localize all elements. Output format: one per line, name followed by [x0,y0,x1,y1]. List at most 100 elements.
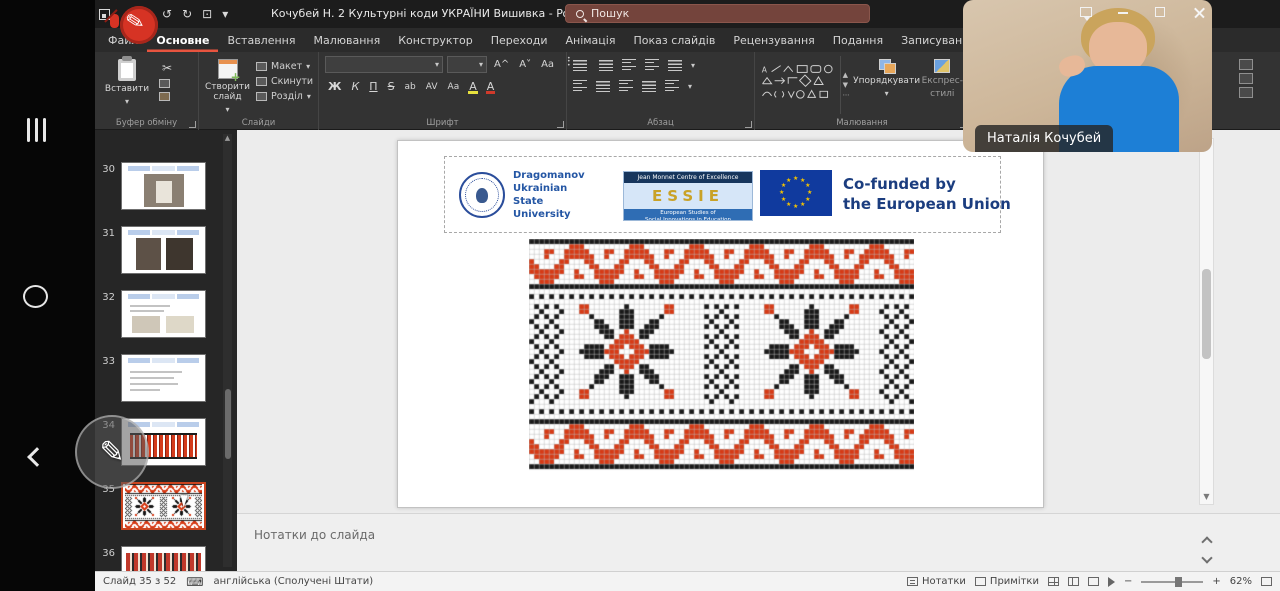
minimize-icon[interactable] [1118,12,1128,14]
tab-view[interactable]: Подання [824,28,892,52]
reset-button[interactable]: Скинути [256,76,313,87]
grow-font-button[interactable]: А^ [491,59,512,70]
font-color-button[interactable]: А [484,80,498,93]
logo-band[interactable]: Dragomanov Ukrainian State University Je… [444,156,1001,233]
align-left-icon[interactable] [573,80,587,92]
zoom-level[interactable]: 62% [1230,576,1252,587]
thumbnail-slide-30[interactable]: 30 [95,162,237,210]
paste-button[interactable]: Вставити ▾ [101,56,153,114]
previous-slide-icon[interactable] [1201,536,1212,547]
columns-icon[interactable] [665,80,679,92]
arrange-button[interactable]: Упорядкувати ▾ [858,56,916,114]
spellcheck-icon[interactable]: ⌨ [186,575,203,589]
section-button[interactable]: Розділ▾ [256,91,313,102]
embroidery-pattern-image[interactable] [529,239,914,471]
char-spacing-button[interactable]: AV [423,82,441,92]
shapes-down-icon[interactable]: ▼ [843,81,850,89]
slide-scrollbar[interactable]: ▲ ▼ [1199,138,1214,505]
layout-button[interactable]: Макет▾ [256,61,313,72]
present-icon[interactable]: ⊡ [202,4,212,24]
reading-view-icon[interactable] [1088,577,1099,586]
tab-slideshow[interactable]: Показ слайдів [624,28,724,52]
highlight-color-button[interactable]: А [466,80,480,93]
zoom-in-button[interactable]: + [1212,576,1220,587]
bold-button[interactable]: Ж [325,80,344,93]
comments-toggle[interactable]: Примітки [975,576,1039,587]
participant-video-tile[interactable]: Наталія Кочубей [963,0,1212,152]
scroll-down-icon[interactable]: ▼ [1200,490,1213,504]
editing-icon[interactable] [1239,59,1253,70]
numbering-icon[interactable] [599,60,613,71]
zoom-slider[interactable] [1141,581,1203,583]
paragraph-dialog-launcher-icon[interactable] [745,121,752,128]
qat-customize-caret-icon[interactable]: ▾ [222,4,228,24]
ribbon-display-options-icon[interactable] [1080,7,1092,17]
slide-35[interactable]: Dragomanov Ukrainian State University Je… [397,140,1044,508]
fit-to-window-icon[interactable] [1261,577,1272,586]
tab-transitions[interactable]: Переходи [482,28,557,52]
annotation-active-indicator[interactable]: ✎ [110,4,160,48]
notes-toggle[interactable]: Нотатки [907,576,966,587]
thumbnail-slide-31[interactable]: 31 [95,226,237,274]
strikethrough-button[interactable]: S [385,80,398,93]
slide-canvas-area[interactable]: Dragomanov Ukrainian State University Je… [237,130,1280,513]
italic-button[interactable]: К [348,80,362,93]
subscript-button[interactable]: ab [402,82,419,92]
align-text-caret-icon[interactable]: ▾ [688,82,692,91]
slide-sorter-view-icon[interactable] [1068,577,1079,586]
cut-icon[interactable]: ✂ [159,61,175,75]
line-spacing-icon[interactable] [668,60,682,71]
zoom-out-button[interactable]: − [1124,576,1132,587]
clear-format-button[interactable]: Aa [538,59,557,70]
thumbnail-slide-33[interactable]: 33 [95,354,237,402]
align-right-icon[interactable] [619,80,633,92]
thumbnail-slide-32[interactable]: 32 [95,290,237,338]
tab-insert[interactable]: Вставлення [218,28,304,52]
close-icon[interactable] [1194,7,1205,18]
increase-indent-icon[interactable] [645,59,659,71]
tab-animations[interactable]: Анімація [556,28,624,52]
format-painter-icon[interactable] [159,92,170,101]
select-icon[interactable] [1239,87,1253,98]
shape-gallery[interactable]: A [761,58,834,108]
copy-icon[interactable] [159,79,170,88]
font-name-combobox[interactable]: ▾ [325,56,443,73]
annotate-pencil-button[interactable]: ✎ [75,415,149,489]
search-input[interactable]: Пошук [565,4,870,23]
normal-view-icon[interactable] [1048,577,1059,586]
decrease-indent-icon[interactable] [622,59,636,71]
justify-icon[interactable] [642,81,656,92]
shapes-up-icon[interactable]: ▲ [843,71,850,79]
slideshow-view-icon[interactable] [1108,577,1115,587]
quick-styles-button[interactable]: Експрес- стилі [922,56,963,114]
font-size-combobox[interactable]: ▾ [447,56,487,73]
align-center-icon[interactable] [596,81,610,92]
underline-button[interactable]: П [366,80,380,93]
bullets-icon[interactable] [573,60,587,71]
tab-review[interactable]: Рецензування [724,28,823,52]
thumbnail-slide-36[interactable]: 36 [95,546,237,571]
font-dialog-launcher-icon[interactable] [557,121,564,128]
change-case-button[interactable]: Aa [445,82,463,92]
back-chevron-icon[interactable] [27,447,47,467]
clipboard-dialog-launcher-icon[interactable] [189,121,196,128]
shape-gallery-scroll[interactable]: ▲ ▼ ⋯ [840,56,852,114]
tab-draw[interactable]: Малювання [304,28,389,52]
language-indicator[interactable]: англійська (Сполучені Штати) [214,576,374,587]
replace-icon[interactable] [1239,73,1253,84]
thumbnail-scroll-up-icon[interactable]: ▲ [223,134,232,143]
undo-icon[interactable]: ↺ [162,4,172,24]
text-direction-caret-icon[interactable]: ▾ [691,61,695,70]
next-slide-icon[interactable] [1201,552,1212,563]
restore-icon[interactable] [1155,7,1165,17]
redo-icon[interactable]: ↻ [182,4,192,24]
shapes-more-icon[interactable]: ⋯ [843,91,850,99]
drawer-handle-icon[interactable] [27,118,46,142]
tab-design[interactable]: Конструктор [389,28,481,52]
new-slide-button[interactable]: Створити слайд ▾ [205,56,250,114]
thumbnail-scrollbar[interactable]: ▲ [223,134,232,567]
shrink-font-button[interactable]: А˅ [516,59,534,70]
thumbnail-slide-35-selected[interactable]: 35 [95,482,237,530]
home-circle-icon[interactable] [23,285,48,308]
notes-pane[interactable]: Нотатки до слайда [237,513,1280,571]
